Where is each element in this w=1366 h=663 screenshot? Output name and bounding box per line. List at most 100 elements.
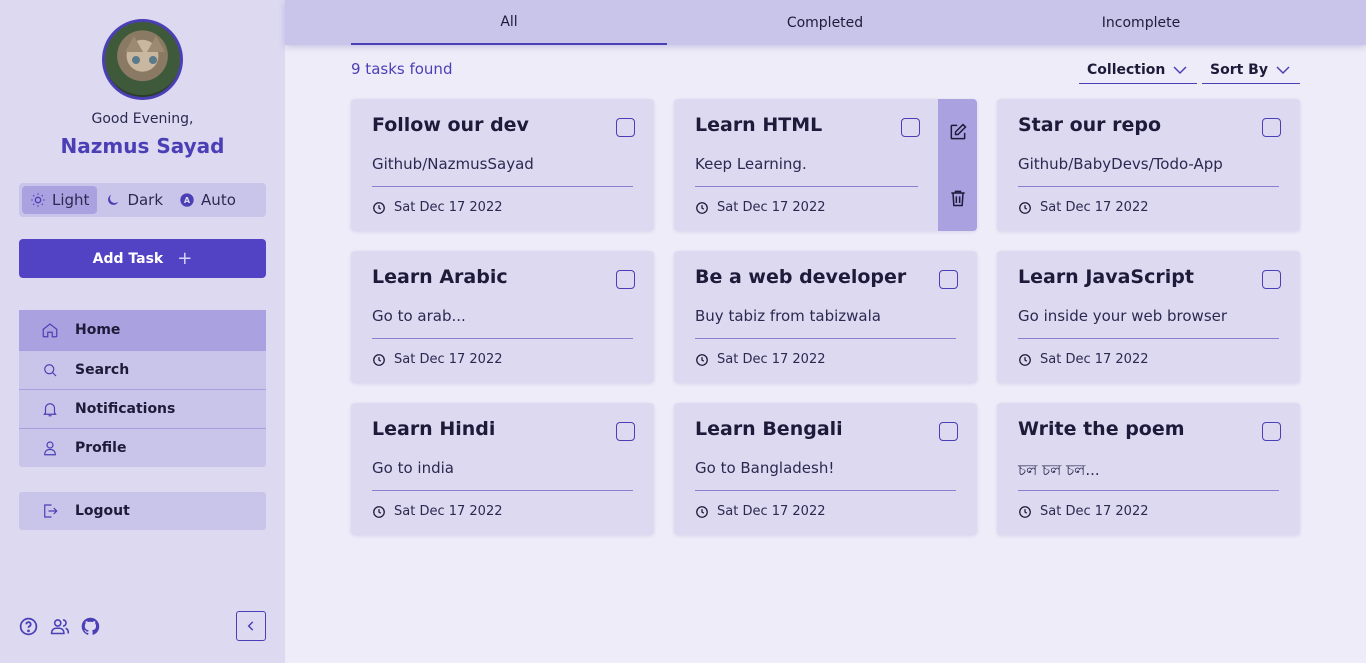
github-icon[interactable] bbox=[80, 616, 101, 637]
task-card[interactable]: Learn Hindi Go to india Sat Dec 17 2022 bbox=[351, 403, 654, 535]
bell-icon bbox=[43, 403, 57, 417]
task-description: Go to arab... bbox=[372, 307, 466, 325]
task-date: Sat Dec 17 2022 bbox=[695, 504, 826, 519]
tab-all[interactable]: All bbox=[351, 0, 667, 45]
task-checkbox[interactable] bbox=[901, 118, 920, 137]
tab-incomplete[interactable]: Incomplete bbox=[983, 0, 1299, 45]
sort-label: Sort By bbox=[1210, 61, 1268, 78]
sun-icon bbox=[31, 193, 45, 207]
add-task-label: Add Task bbox=[92, 250, 164, 267]
clock-icon bbox=[696, 201, 708, 214]
task-description: Go inside your web browser bbox=[1018, 307, 1228, 325]
collapse-sidebar-button[interactable] bbox=[236, 611, 266, 641]
theme-auto-button[interactable]: A Auto bbox=[171, 186, 244, 214]
task-title: Follow our dev bbox=[372, 114, 529, 136]
task-card[interactable]: Follow our dev Github/NazmusSayad Sat Dec … bbox=[351, 99, 654, 231]
task-checkbox[interactable] bbox=[616, 422, 635, 441]
chevron-down-icon bbox=[1173, 65, 1187, 74]
task-date-text: Sat Dec 17 2022 bbox=[1040, 352, 1149, 367]
home-icon bbox=[42, 323, 58, 338]
task-card[interactable]: Learn Bengali Go to Bangladesh! Sat Dec 17… bbox=[674, 403, 977, 535]
chevron-left-icon bbox=[247, 621, 254, 631]
task-date-text: Sat Dec 17 2022 bbox=[394, 352, 503, 367]
clock-icon bbox=[696, 505, 708, 518]
logout-label: Logout bbox=[75, 503, 130, 519]
nav-item-label: Notifications bbox=[75, 401, 176, 417]
task-card[interactable]: Learn HTML Keep Learning. Sat Dec 17 2022 bbox=[674, 99, 977, 231]
task-count: 9 tasks found bbox=[351, 60, 453, 78]
task-title: Star our repo bbox=[1018, 114, 1162, 136]
logout-icon bbox=[44, 504, 58, 518]
divider bbox=[1018, 490, 1279, 491]
task-description: Buy tabiz from tabizwala bbox=[695, 307, 881, 325]
sidebar: Good Evening, Nazmus Sayad Light Dark A … bbox=[0, 0, 285, 663]
task-title: Write the poem bbox=[1018, 418, 1185, 440]
task-checkbox[interactable] bbox=[616, 118, 635, 137]
task-checkbox[interactable] bbox=[1262, 118, 1281, 137]
divider bbox=[1018, 338, 1279, 339]
task-title: Learn Arabic bbox=[372, 266, 508, 288]
task-title: Be a web developer bbox=[695, 266, 907, 288]
user-icon bbox=[44, 441, 56, 456]
task-title: Learn Hindi bbox=[372, 418, 496, 440]
divider bbox=[695, 490, 956, 491]
avatar[interactable] bbox=[102, 19, 183, 100]
svg-text:A: A bbox=[184, 196, 191, 205]
clock-icon bbox=[373, 201, 385, 214]
task-date: Sat Dec 17 2022 bbox=[372, 504, 503, 519]
clock-icon bbox=[1019, 201, 1031, 214]
theme-dark-label: Dark bbox=[127, 191, 164, 209]
nav-item-home[interactable]: Home bbox=[19, 310, 266, 350]
divider bbox=[372, 186, 633, 187]
task-date: Sat Dec 17 2022 bbox=[1018, 352, 1149, 367]
task-date-text: Sat Dec 17 2022 bbox=[394, 200, 503, 215]
task-checkbox[interactable] bbox=[1262, 422, 1281, 441]
clock-icon bbox=[373, 353, 385, 366]
nav-item-notifications[interactable]: Notifications bbox=[19, 389, 266, 428]
team-icon[interactable] bbox=[49, 616, 70, 637]
task-title: Learn Bengali bbox=[695, 418, 843, 440]
task-checkbox[interactable] bbox=[1262, 270, 1281, 289]
sort-dropdown[interactable]: Sort By bbox=[1202, 56, 1300, 84]
nav-item-search[interactable]: Search bbox=[19, 350, 266, 389]
task-date: Sat Dec 17 2022 bbox=[695, 200, 826, 215]
theme-dark-button[interactable]: Dark bbox=[97, 186, 171, 214]
nav-item-profile[interactable]: Profile bbox=[19, 428, 266, 467]
logout-button[interactable]: Logout bbox=[19, 492, 266, 530]
task-description: Go to Bangladesh! bbox=[695, 459, 835, 477]
divider bbox=[1018, 186, 1279, 187]
greeting-text: Good Evening, bbox=[91, 111, 194, 127]
task-checkbox[interactable] bbox=[616, 270, 635, 289]
task-card[interactable]: Write the poem চল চল চল... Sat Dec 17 2022 bbox=[997, 403, 1300, 535]
user-name: Nazmus Sayad bbox=[60, 134, 225, 158]
task-date: Sat Dec 17 2022 bbox=[1018, 504, 1149, 519]
task-title: Learn JavaScript bbox=[1018, 266, 1194, 288]
divider bbox=[372, 338, 633, 339]
clock-icon bbox=[696, 353, 708, 366]
task-date: Sat Dec 17 2022 bbox=[372, 200, 503, 215]
task-card[interactable]: Be a web developer Buy tabiz from tabizwa… bbox=[674, 251, 977, 383]
task-card[interactable]: Star our repo Github/BabyDevs/Todo-App Sat… bbox=[997, 99, 1300, 231]
main-nav: Home Search Notifications Profile bbox=[19, 310, 266, 467]
tab-completed[interactable]: Completed bbox=[667, 0, 983, 45]
task-date-text: Sat Dec 17 2022 bbox=[717, 352, 826, 367]
task-date-text: Sat Dec 17 2022 bbox=[717, 200, 826, 215]
task-description: Github/BabyDevs/Todo-App bbox=[1018, 155, 1223, 173]
footer-icons bbox=[18, 616, 101, 637]
task-description: চল চল চল... bbox=[1018, 461, 1100, 479]
task-card[interactable]: Learn Arabic Go to arab... Sat Dec 17 2022 bbox=[351, 251, 654, 383]
trash-icon[interactable] bbox=[948, 188, 968, 208]
edit-icon[interactable] bbox=[948, 122, 968, 142]
clock-icon bbox=[373, 505, 385, 518]
task-checkbox[interactable] bbox=[939, 422, 958, 441]
collection-dropdown[interactable]: Collection bbox=[1079, 56, 1197, 84]
task-card[interactable]: Learn JavaScript Go inside your web brows… bbox=[997, 251, 1300, 383]
theme-light-button[interactable]: Light bbox=[22, 186, 98, 214]
help-icon[interactable] bbox=[18, 616, 39, 637]
add-task-button[interactable]: Add Task + bbox=[19, 239, 266, 278]
plus-icon: + bbox=[177, 248, 193, 269]
divider bbox=[695, 186, 918, 187]
task-checkbox[interactable] bbox=[939, 270, 958, 289]
task-date: Sat Dec 17 2022 bbox=[695, 352, 826, 367]
chevron-down-icon bbox=[1276, 65, 1290, 74]
